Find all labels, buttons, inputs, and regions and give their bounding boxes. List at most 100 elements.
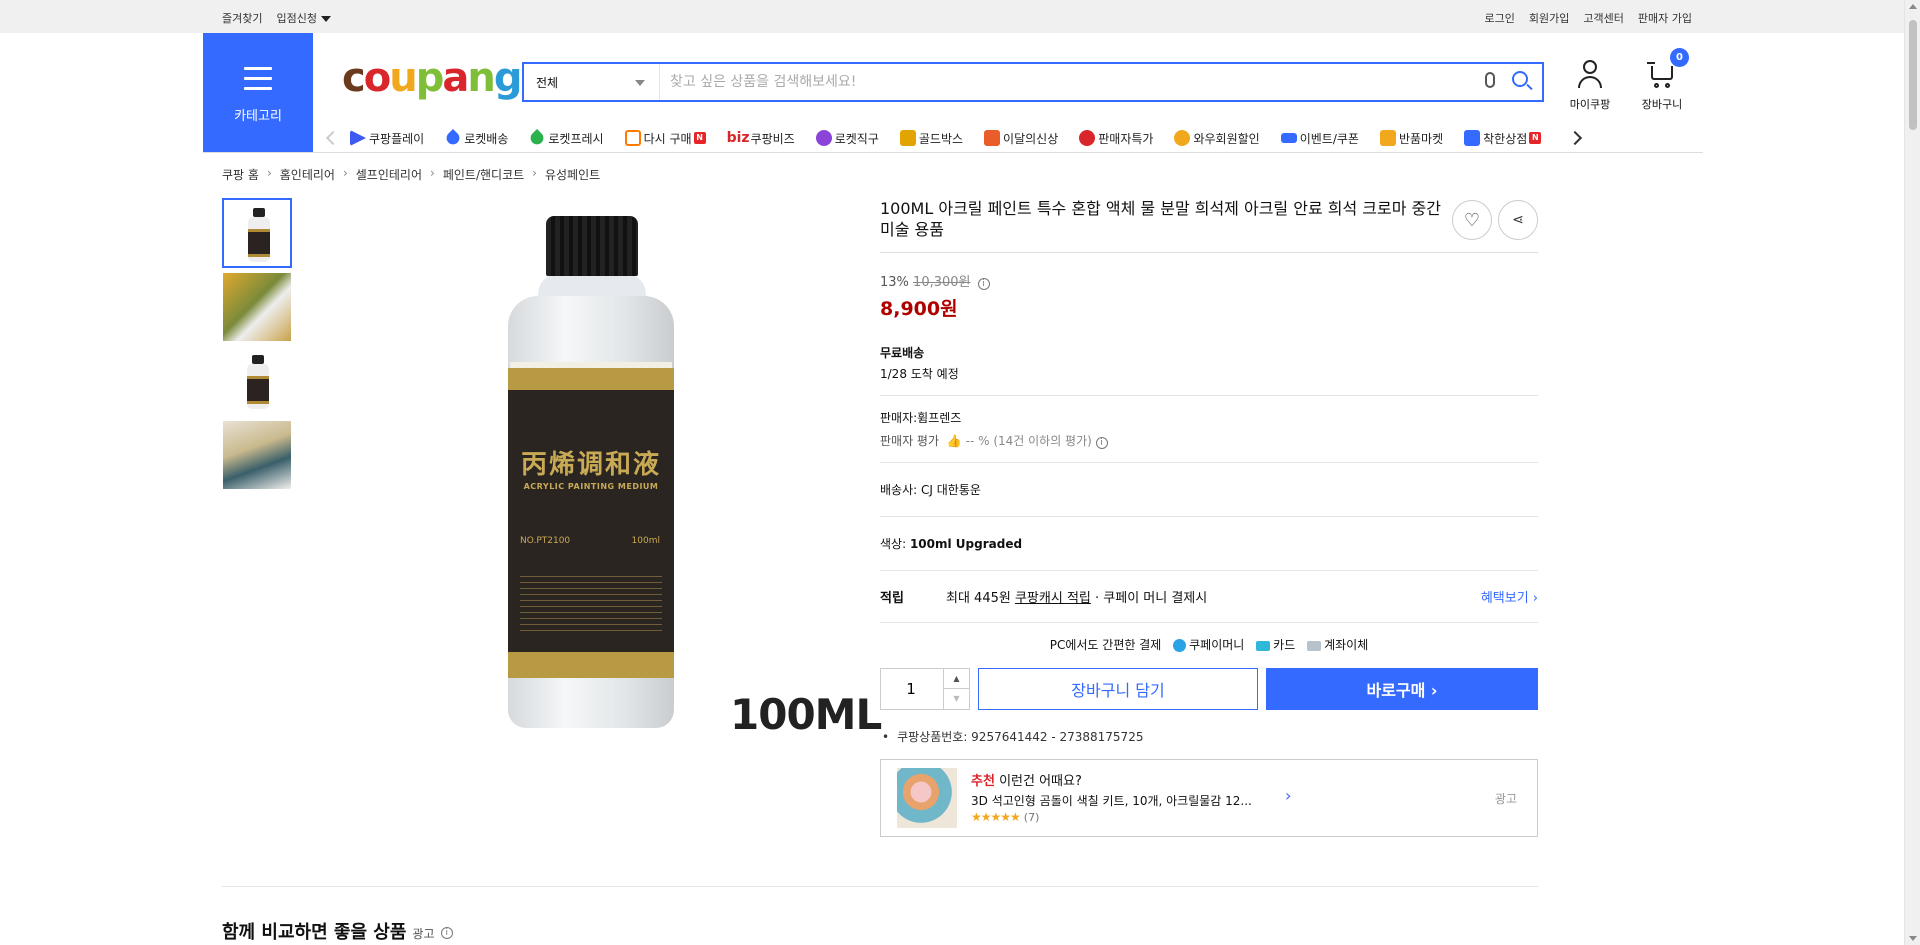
search-input[interactable] <box>670 70 1470 94</box>
search-icon[interactable] <box>1512 71 1528 87</box>
ad-label: 광고 <box>1494 792 1517 806</box>
thumbnail-4[interactable] <box>222 420 292 490</box>
scroll-down-icon[interactable] <box>1909 936 1917 941</box>
favorites-link[interactable]: 즐겨찾기 <box>222 10 262 26</box>
wishlist-button[interactable]: ♡ <box>1452 200 1492 240</box>
payment-intro: PC에서도 간편한 결제 <box>1049 638 1162 652</box>
shortcut-rebuy[interactable]: 다시 구매 N <box>624 130 706 147</box>
breadcrumb-item[interactable]: 페인트/핸디코트 <box>443 166 524 183</box>
shortcut-wow-discount[interactable]: 와우회원할인 <box>1174 130 1260 147</box>
section-divider <box>222 886 1538 887</box>
seller-row: 판매자:휨프렌즈 판매자 평가 👍 -- % (14건 이하의 평가) i <box>880 396 1538 463</box>
shortcut-events-coupons[interactable]: 이벤트/쿠폰 <box>1280 130 1359 147</box>
view-benefits-link[interactable]: 혜택보기 › <box>1481 587 1538 606</box>
scroll-thumb[interactable] <box>1909 20 1917 130</box>
arrival-date: 1/28 도착 예정 <box>880 367 959 381</box>
category-label: 카테고리 <box>234 109 282 124</box>
rocket-fresh-icon <box>528 128 547 148</box>
coupang-logo[interactable]: coupang <box>342 55 522 101</box>
breadcrumb-item[interactable]: 셀프인테리어 <box>356 166 422 183</box>
thumbnail-1[interactable] <box>222 198 292 268</box>
globe-rocket-icon <box>815 130 832 146</box>
user-icon <box>1575 60 1605 90</box>
pay-account-label: 계좌이체 <box>1324 638 1369 652</box>
quantity-increase-button[interactable]: ▲ <box>943 669 969 689</box>
heart-icon: ♡ <box>1463 209 1481 231</box>
shortcut-label: 쿠팡플레이 <box>369 131 425 146</box>
recommend-heading: 이런건 어때요? <box>999 774 1082 789</box>
coupang-cash-link[interactable]: 쿠팡캐시 적립 <box>1015 587 1091 606</box>
scroll-up-icon[interactable] <box>1909 4 1917 9</box>
shortcut-return-market[interactable]: 반품마켓 <box>1379 130 1443 147</box>
info-icon[interactable]: i <box>440 927 453 939</box>
shortcut-label: 로켓직구 <box>834 131 879 146</box>
courier-row: 배송사: CJ 대한통운 <box>880 463 1538 517</box>
shortcut-rocket-fresh[interactable]: 로켓프레시 <box>528 128 604 148</box>
chevron-right-icon: › <box>342 166 348 180</box>
bottle-illustration: 丙烯调和液 ACRYLIC PAINTING MEDIUM NO.PT2100 … <box>508 216 674 736</box>
customer-center-link[interactable]: 고객센터 <box>1583 10 1623 26</box>
courier-label: 배송사: <box>880 483 918 497</box>
shortcut-label: 쿠팡비즈 <box>750 131 795 146</box>
market-icon <box>1379 130 1396 146</box>
coupon-icon <box>1280 133 1297 143</box>
buy-now-button[interactable]: 바로구매 › <box>1266 668 1538 710</box>
category-menu-button[interactable]: 카테고리 <box>203 33 313 152</box>
title-divider <box>880 252 1538 253</box>
shortcut-next-icon[interactable] <box>1568 130 1583 146</box>
cart-button[interactable]: 0 장바구니 <box>1632 48 1692 112</box>
signup-link[interactable]: 회원가입 <box>1529 10 1569 26</box>
search-category-select[interactable]: 전체 <box>524 64 660 100</box>
review-count: (7) <box>1023 811 1040 824</box>
seller-rating-label: 판매자 평가 <box>880 434 940 448</box>
mypage-label: 마이쿠팡 <box>1569 98 1611 111</box>
pay-money-label: 쿠페이머니 <box>1189 638 1245 652</box>
chevron-right-icon: › <box>532 166 537 180</box>
rocket-icon <box>444 128 463 148</box>
recommend-highlight: 추천 <box>971 774 995 789</box>
share-button[interactable]: ⋖ <box>1498 200 1538 240</box>
breadcrumb-home[interactable]: 쿠팡 홈 <box>222 166 259 183</box>
shortcut-seller-deal[interactable]: 판매자특가 <box>1079 130 1153 147</box>
compare-section-title: 함께 비교하면 좋을 상품 광고 i <box>222 918 453 944</box>
search-bar: 전체 <box>522 62 1544 102</box>
shortcut-rocket-delivery[interactable]: 로켓배송 <box>444 128 508 148</box>
top-utility-bar: 즐겨찾기 입점신청 로그인 회원가입 고객센터 판매자 가입 <box>0 0 1904 33</box>
new-badge: N <box>1529 132 1542 144</box>
mypage-button[interactable]: 마이쿠팡 <box>1560 60 1620 112</box>
shortcut-biz[interactable]: biz 쿠팡비즈 <box>727 130 795 147</box>
recommend-card[interactable]: 추천 이런건 어때요? 3D 석고인형 곰돌이 색칠 키트, 10개, 아크릴물… <box>880 759 1538 837</box>
shipping-label: 무료배송 <box>880 346 925 360</box>
login-link[interactable]: 로그인 <box>1485 10 1515 26</box>
shortcut-goldbox[interactable]: 골드박스 <box>899 130 963 147</box>
seller-name[interactable]: 판매자:휨프렌즈 <box>880 409 1538 426</box>
shortcut-nav: 쿠팡플레이 로켓배송 로켓프레시 다시 구매 N biz 쿠팡비즈 로켓직구 골드박… <box>322 124 1700 152</box>
recommend-item-title: 3D 석고인형 곰돌이 색칠 키트, 10개, 아크릴물감 12... <box>971 794 1252 808</box>
shortcut-new-arrivals[interactable]: 이달의신상 <box>984 130 1058 147</box>
shortcut-prev-icon[interactable] <box>325 130 341 146</box>
microphone-icon[interactable] <box>1485 72 1495 88</box>
thumbnail-2[interactable] <box>222 272 292 342</box>
vertical-scrollbar[interactable] <box>1904 0 1920 945</box>
quantity-input[interactable] <box>881 669 941 709</box>
info-icon[interactable]: i <box>1095 437 1108 449</box>
breadcrumb: 쿠팡 홈 › 홈인테리어 › 셀프인테리어 › 페인트/핸디코트 › 유성페인트 <box>222 166 600 183</box>
info-icon[interactable]: i <box>977 278 990 290</box>
seller-signup-link[interactable]: 판매자 가입 <box>1638 10 1692 26</box>
shortcut-rocket-direct[interactable]: 로켓직구 <box>815 130 879 147</box>
chevron-right-icon: › <box>266 166 272 180</box>
shortcut-coupang-play[interactable]: 쿠팡플레이 <box>350 130 424 147</box>
quantity-decrease-button[interactable]: ▼ <box>943 689 969 709</box>
breadcrumb-item[interactable]: 홈인테리어 <box>280 166 335 183</box>
bottle-label-volume: 100ml <box>631 536 660 546</box>
discount-rate: 13% <box>880 275 909 290</box>
shortcut-label: 다시 구매 <box>643 131 692 146</box>
seller-apply-link[interactable]: 입점신청 <box>276 10 331 26</box>
chevron-right-icon[interactable]: › <box>1285 786 1291 805</box>
breadcrumb-item[interactable]: 유성페인트 <box>545 166 600 183</box>
biz-logo: biz <box>726 130 750 146</box>
add-to-cart-button[interactable]: 장바구니 담기 <box>978 668 1258 710</box>
shortcut-good-store[interactable]: 착한상점 N <box>1464 130 1542 147</box>
cart-count-badge: 0 <box>1670 48 1689 67</box>
thumbnail-3[interactable] <box>222 346 292 416</box>
